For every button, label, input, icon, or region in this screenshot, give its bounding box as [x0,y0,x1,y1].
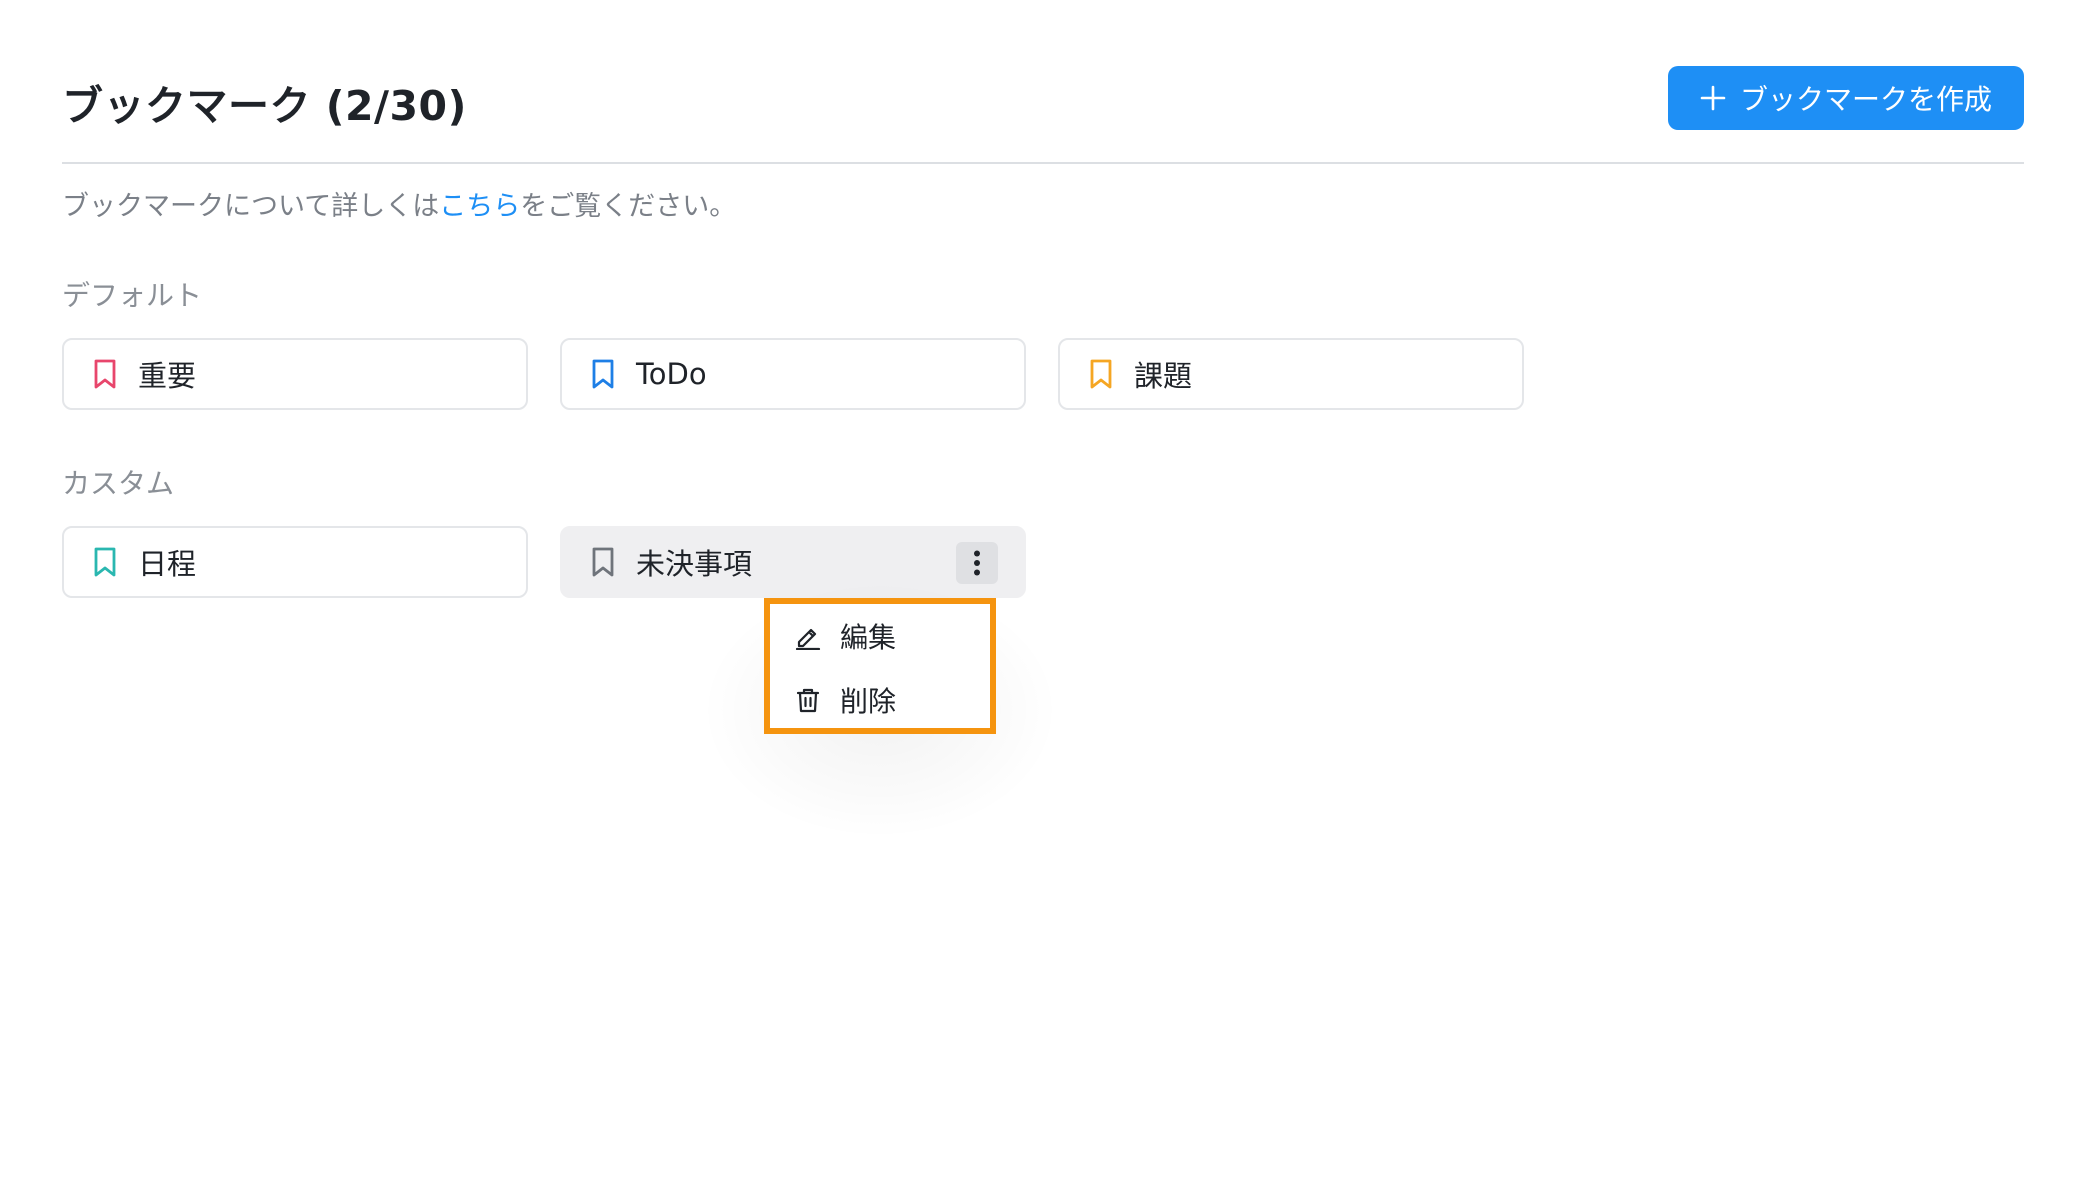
more-vertical-icon [973,550,981,576]
section-label-default: デフォルト [62,279,203,312]
more-options-button[interactable] [956,542,998,584]
bookmark-label: 日程 [138,547,197,581]
menu-item-edit[interactable]: 編集 [794,614,896,658]
trash-icon [794,686,822,714]
bookmark-label: 課題 [1134,359,1193,393]
header-divider [62,162,2024,164]
pencil-icon [794,622,822,650]
bookmark-card-important[interactable]: 重要 [62,338,528,410]
bookmark-card-todo[interactable]: ToDo [560,338,1026,410]
bookmarks-page: ブックマーク (2/30) ブックマークを作成 ブックマークについて詳しくはこち… [0,0,2096,1184]
bookmark-icon [1086,358,1116,390]
page-title: ブックマーク (2/30) [62,82,467,130]
menu-item-label: 編集 [840,621,897,654]
info-suffix: をご覧ください。 [520,191,737,222]
bookmark-label: ToDo [636,357,707,391]
menu-item-label: 削除 [840,685,897,718]
bookmark-card-schedule[interactable]: 日程 [62,526,528,598]
create-bookmark-button[interactable]: ブックマークを作成 [1668,66,2024,130]
section-label-custom: カスタム [62,467,175,500]
bookmark-icon [588,546,618,578]
info-prefix: ブックマークについて詳しくは [62,191,440,222]
bookmark-label: 重要 [138,359,197,393]
bookmark-icon [90,358,120,390]
page-header: ブックマーク (2/30) ブックマークを作成 [62,66,2024,130]
bookmark-icon [588,358,618,390]
bookmark-label: 未決事項 [636,547,753,581]
info-text: ブックマークについて詳しくはこちらをご覧ください。 [62,184,736,223]
plus-icon [1700,85,1726,111]
info-link[interactable]: こちら [439,191,520,222]
create-bookmark-label: ブックマークを作成 [1739,83,1992,116]
bookmark-card-issue[interactable]: 課題 [1058,338,1524,410]
bookmark-icon [90,546,120,578]
bookmark-context-menu: 編集 削除 [764,598,996,734]
menu-item-delete[interactable]: 削除 [794,678,896,722]
